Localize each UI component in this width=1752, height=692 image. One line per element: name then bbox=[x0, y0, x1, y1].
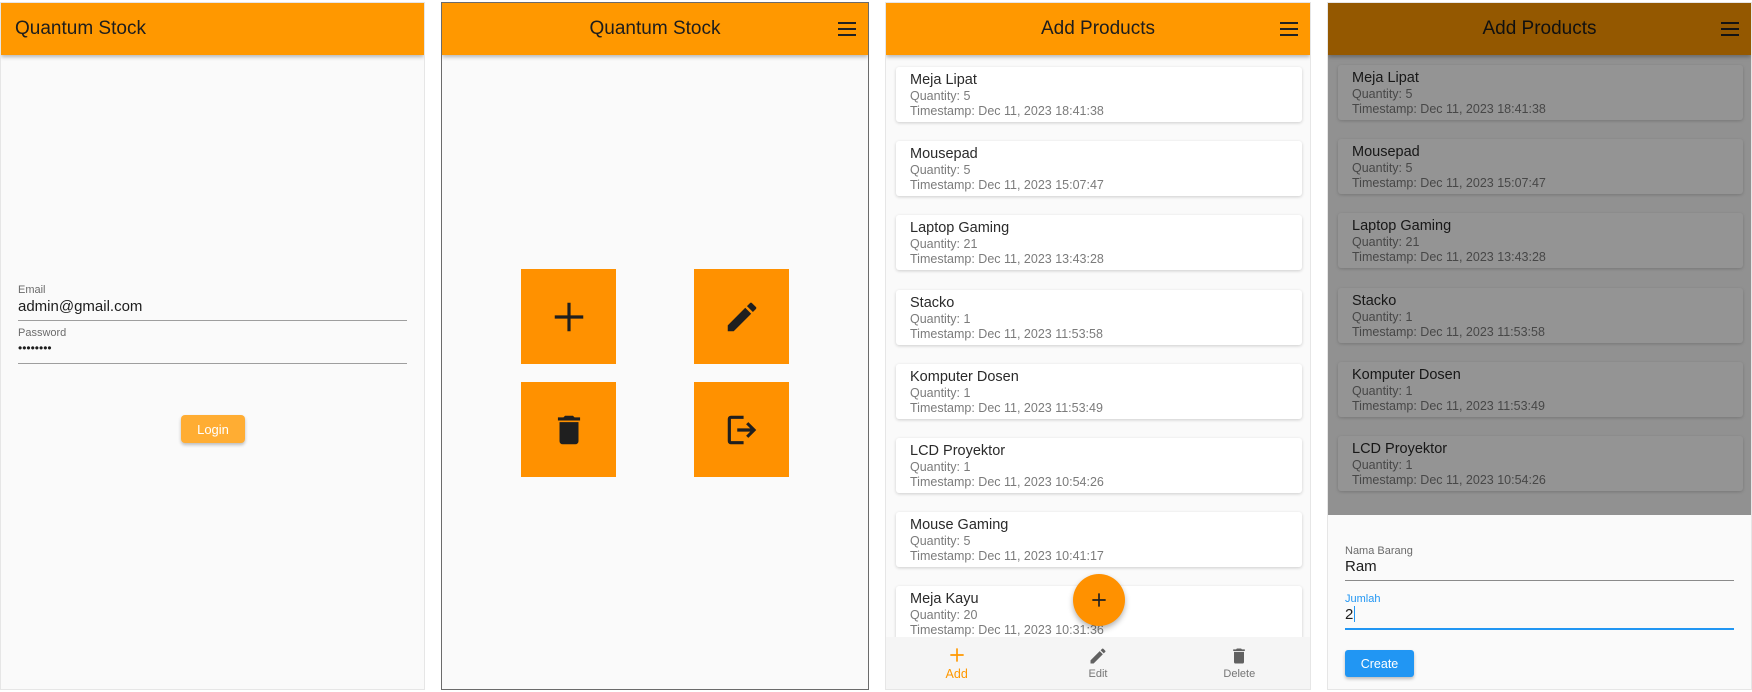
password-field[interactable]: Password •••••••• bbox=[18, 327, 407, 364]
product-timestamp: Timestamp: Dec 11, 2023 10:41:17 bbox=[910, 549, 1104, 564]
product-quantity: Quantity: 5 bbox=[910, 89, 971, 103]
add-icon bbox=[949, 648, 964, 662]
item-name-value[interactable]: Ram bbox=[1345, 558, 1734, 580]
password-value[interactable]: •••••••• bbox=[18, 341, 407, 363]
product-card[interactable]: Meja Lipat Quantity: 5 Timestamp: Dec 11, … bbox=[896, 67, 1302, 122]
add-tile[interactable] bbox=[521, 269, 616, 364]
product-quantity: Quantity: 5 bbox=[910, 163, 971, 178]
email-field[interactable]: Email admin@gmail.com bbox=[18, 284, 407, 321]
product-quantity: Quantity: 21 bbox=[910, 237, 978, 252]
menu-icon[interactable] bbox=[838, 22, 856, 36]
item-name-label: Nama Barang bbox=[1345, 545, 1413, 557]
delete-icon bbox=[1233, 648, 1246, 664]
product-card[interactable]: Komputer Dosen Quantity: 1 Timestamp: Dec … bbox=[896, 363, 1302, 419]
product-name: LCD Proyektor bbox=[910, 443, 1006, 459]
product-timestamp: Timestamp: Dec 11, 2023 13:43:28 bbox=[910, 252, 1104, 267]
edit-icon bbox=[727, 302, 756, 331]
create-product-screen: Add Products Meja Lipat Quantity: 5 Timest… bbox=[1327, 2, 1752, 690]
quantity-value: 2 bbox=[1345, 606, 1354, 623]
app-title: Add Products bbox=[1040, 18, 1156, 39]
login-button[interactable]: Login bbox=[181, 415, 245, 443]
add-icon bbox=[554, 302, 583, 331]
create-bottom-sheet: Nama Barang Ram Jumlah 2 Create bbox=[1328, 515, 1751, 689]
delete-tile[interactable] bbox=[521, 382, 616, 477]
modal-scrim[interactable] bbox=[1328, 3, 1751, 515]
product-card[interactable]: Mousepad Quantity: 5 Timestamp: Dec 11, 20… bbox=[896, 141, 1302, 197]
password-label: Password bbox=[18, 327, 67, 339]
login-screen: Quantum Stock Email admin@gmail.com Pass… bbox=[0, 2, 425, 690]
product-timestamp: Timestamp: Dec 11, 2023 15:07:47 bbox=[910, 178, 1104, 193]
product-name: Stacko bbox=[910, 294, 955, 311]
product-name: Mouse Gaming bbox=[910, 517, 1009, 534]
product-timestamp: Timestamp: Dec 11, 2023 11:53:58 bbox=[910, 326, 1103, 341]
product-quantity: Quantity: 1 bbox=[910, 385, 971, 400]
quantity-input[interactable]: 2 bbox=[1345, 606, 1734, 628]
app-bar: Quantum Stock bbox=[1, 3, 424, 55]
add-product-fab[interactable] bbox=[1073, 574, 1125, 626]
nav-add-label: Add bbox=[945, 667, 968, 681]
create-button[interactable]: Create bbox=[1345, 650, 1414, 677]
nav-edit[interactable]: Edit bbox=[1027, 637, 1168, 689]
bottom-navigation: Add Edit Delete bbox=[886, 637, 1310, 689]
edit-icon bbox=[1090, 648, 1106, 664]
product-timestamp: Timestamp: Dec 11, 2023 11:53:49 bbox=[910, 400, 1103, 415]
product-card[interactable]: LCD Proyektor Quantity: 1 Timestamp: Dec 1… bbox=[896, 438, 1302, 493]
product-timestamp: Timestamp: Dec 11, 2023 10:54:26 bbox=[910, 475, 1104, 489]
app-title: Quantum Stock bbox=[15, 18, 146, 39]
quantity-field[interactable]: Jumlah 2 bbox=[1345, 593, 1734, 630]
product-name: Meja Lipat bbox=[910, 72, 977, 88]
menu-icon[interactable] bbox=[1280, 22, 1298, 36]
logout-tile[interactable] bbox=[694, 382, 789, 477]
product-name: Laptop Gaming bbox=[910, 220, 1010, 237]
product-name: Komputer Dosen bbox=[910, 368, 1019, 385]
nav-delete[interactable]: Delete bbox=[1169, 637, 1310, 689]
app-bar: Quantum Stock bbox=[442, 3, 868, 55]
email-label: Email bbox=[18, 284, 46, 296]
app-title: Quantum Stock bbox=[589, 18, 721, 39]
nav-add[interactable]: Add bbox=[886, 637, 1027, 689]
products-screen: Add Products Meja Lipat Quantity: 5 Timest… bbox=[885, 2, 1311, 690]
nav-edit-label: Edit bbox=[1088, 668, 1108, 680]
delete-icon bbox=[557, 415, 580, 444]
app-bar: Add Products bbox=[886, 3, 1310, 55]
product-card[interactable]: Stacko Quantity: 1 Timestamp: Dec 11, 2023… bbox=[896, 289, 1302, 345]
screens-stage: Quantum Stock Email admin@gmail.com Pass… bbox=[0, 0, 1752, 692]
add-icon bbox=[1092, 593, 1106, 607]
product-name: Mousepad bbox=[910, 146, 978, 163]
text-cursor bbox=[1354, 606, 1356, 622]
product-quantity: Quantity: 5 bbox=[910, 534, 971, 549]
product-card[interactable]: Laptop Gaming Quantity: 21 Timestamp: Dec … bbox=[896, 215, 1302, 271]
menu-screen: Quantum Stock bbox=[441, 2, 869, 690]
logout-icon bbox=[727, 415, 756, 444]
quantity-label: Jumlah bbox=[1345, 593, 1381, 605]
edit-tile[interactable] bbox=[694, 269, 789, 364]
product-quantity: Quantity: 1 bbox=[910, 311, 971, 326]
email-value[interactable]: admin@gmail.com bbox=[18, 298, 407, 320]
product-card[interactable]: Mouse Gaming Quantity: 5 Timestamp: Dec 11… bbox=[896, 512, 1302, 568]
nav-delete-label: Delete bbox=[1223, 668, 1256, 680]
product-timestamp: Timestamp: Dec 11, 2023 18:41:38 bbox=[910, 104, 1104, 118]
product-quantity: Quantity: 1 bbox=[910, 460, 971, 474]
item-name-field[interactable]: Nama Barang Ram bbox=[1345, 545, 1734, 581]
